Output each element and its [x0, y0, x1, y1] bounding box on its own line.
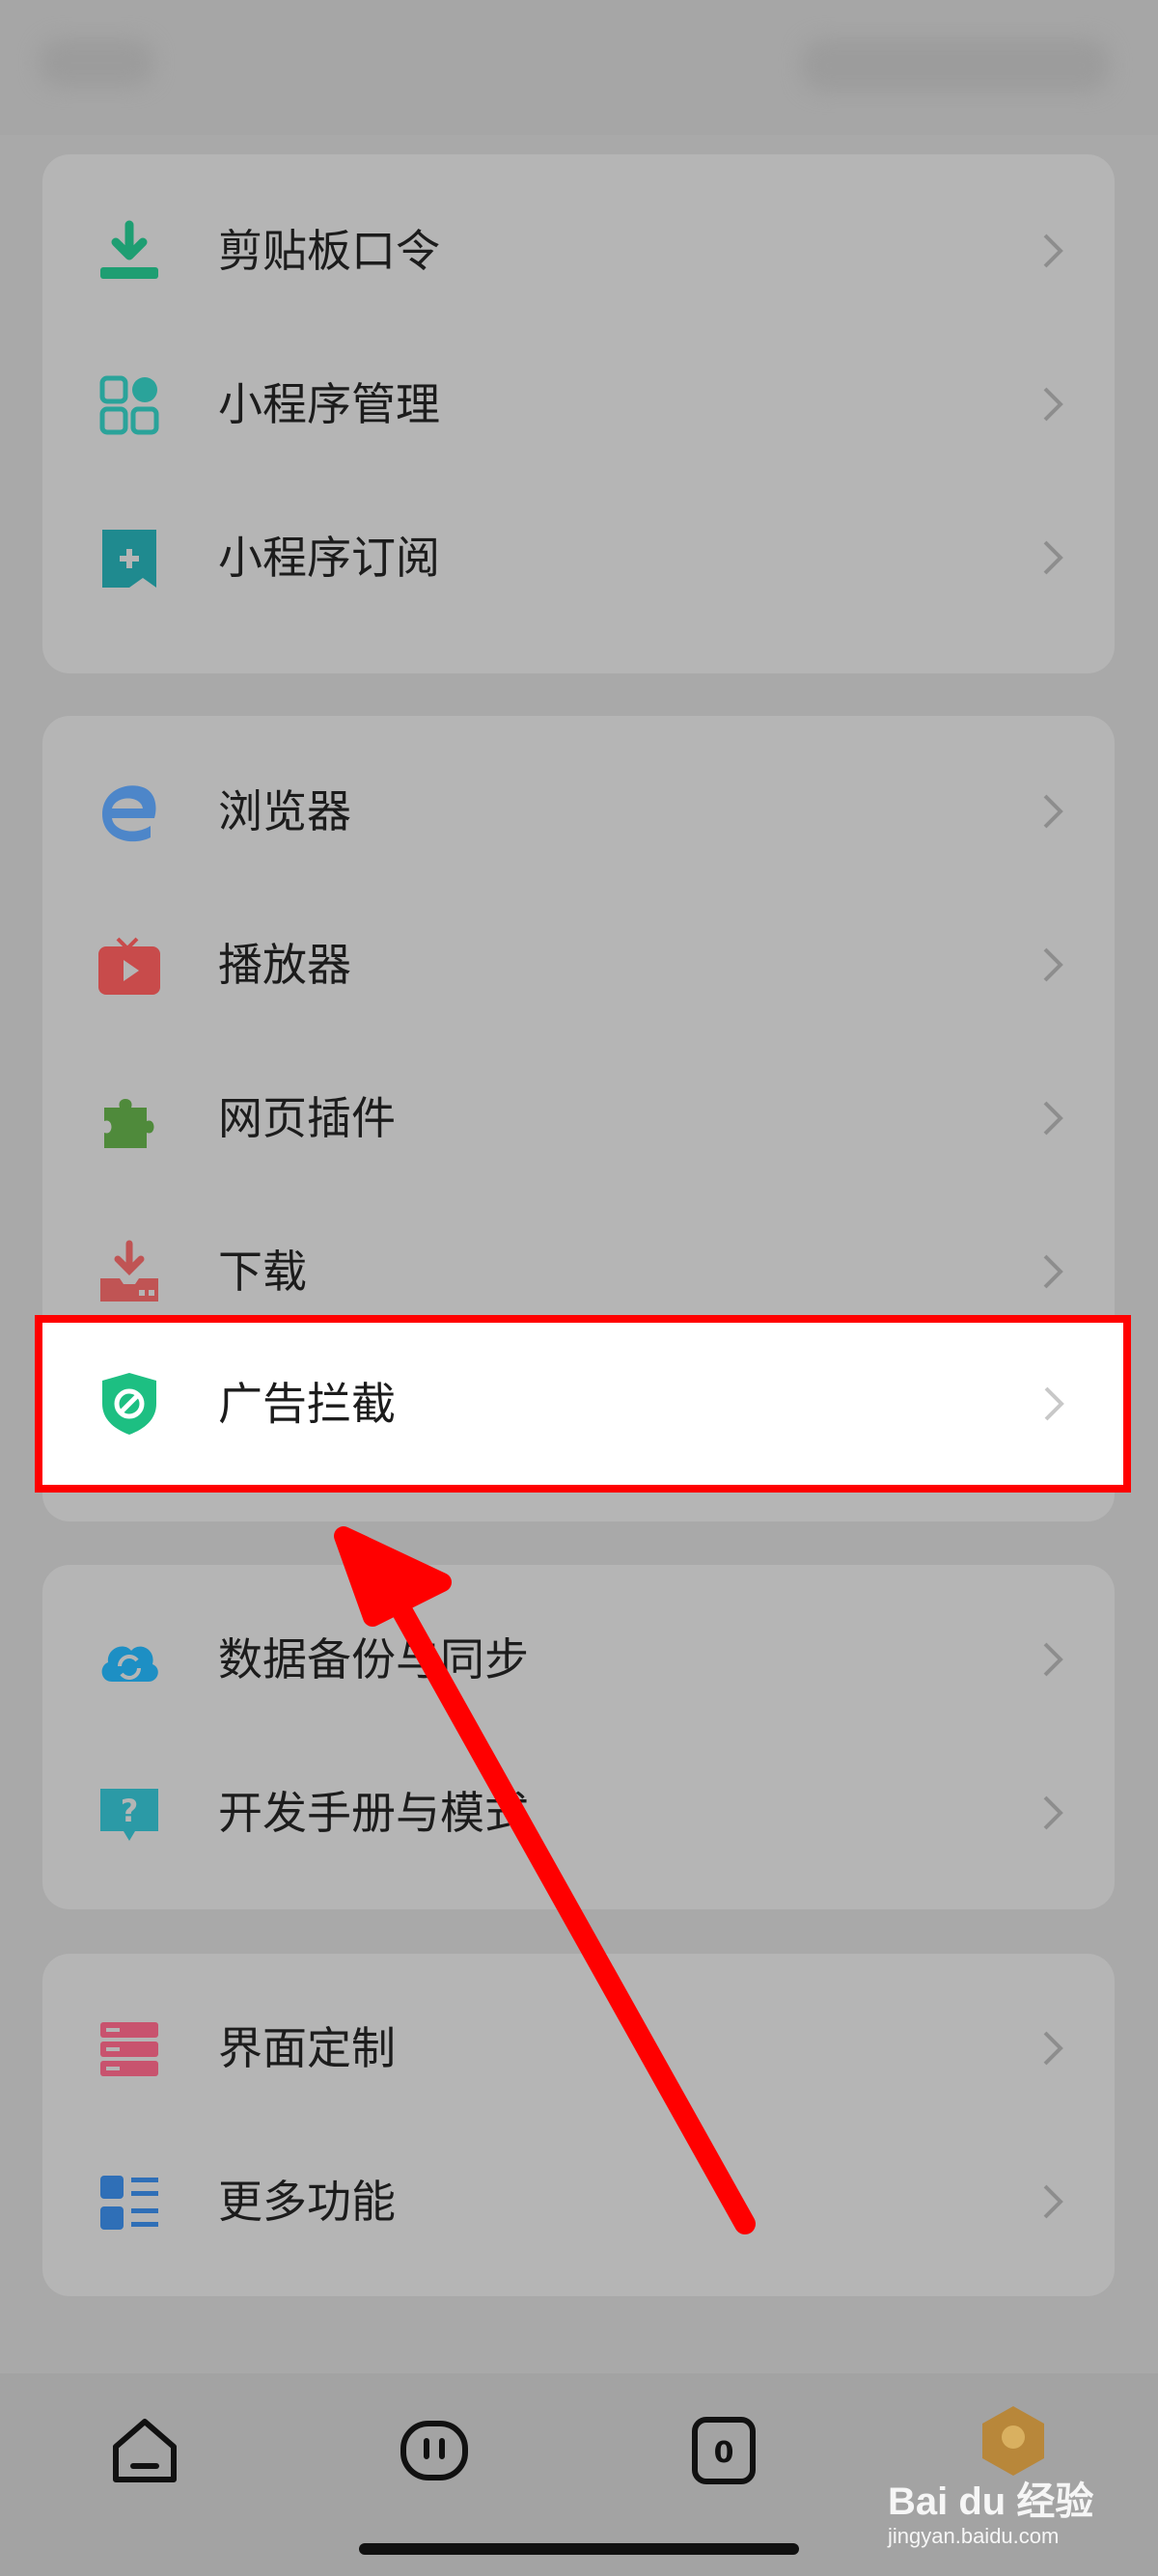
menu-item-label: 更多功能 [218, 2176, 396, 2228]
chevron-right-icon [1042, 1384, 1065, 1423]
menu-item-ad-block[interactable]: 广告拦截 [35, 1315, 1131, 1493]
menu-item-label: 剪贴板口令 [218, 225, 440, 277]
chevron-right-icon [1041, 1640, 1064, 1679]
watermark: Bai du 经验 jingyan.baidu.com [888, 2470, 1148, 2566]
list-more-icon [96, 2170, 162, 2235]
menu-item-label: 数据备份与同步 [218, 1633, 529, 1685]
chevron-right-icon [1041, 945, 1064, 984]
shield-block-icon [96, 1371, 162, 1437]
menu-item-label: 广告拦截 [218, 1378, 396, 1430]
menu-group-3: 数据备份与同步 ? 开发手册与模式 [42, 1565, 1115, 1909]
menu-item-browser[interactable]: 浏览器 [42, 734, 1115, 879]
menu-item-backup-sync[interactable]: 数据备份与同步 [42, 1582, 1115, 1727]
menu-item-dev-manual[interactable]: ? 开发手册与模式 [42, 1736, 1115, 1880]
profile-badge-icon[interactable] [975, 2402, 1052, 2480]
clipboard-download-icon [96, 219, 162, 285]
chevron-right-icon [1041, 2182, 1064, 2221]
menu-item-label: 网页插件 [218, 1092, 396, 1144]
menu-item-label: 开发手册与模式 [218, 1787, 529, 1839]
svg-text:?: ? [121, 1793, 139, 1829]
menu-group-1: 剪贴板口令 小程序管理 小程序订阅 [42, 154, 1115, 673]
chevron-right-icon [1041, 385, 1064, 424]
browser-e-icon [96, 780, 162, 845]
menu-item-ui-customize[interactable]: 界面定制 [42, 1971, 1115, 2116]
menu-item-label: 播放器 [218, 939, 351, 991]
face-icon[interactable] [396, 2412, 473, 2489]
menu-item-download[interactable]: 下载 [42, 1194, 1115, 1339]
menu-item-miniprogram-subscribe[interactable]: 小程序订阅 [42, 480, 1115, 625]
top-bar [0, 0, 1158, 135]
miniprogram-grid-icon [96, 372, 162, 438]
blurred-action [801, 39, 1110, 92]
chevron-right-icon [1041, 232, 1064, 270]
chevron-right-icon [1041, 1794, 1064, 1832]
layout-stack-icon [96, 2016, 162, 2082]
menu-item-player[interactable]: 播放器 [42, 888, 1115, 1032]
menu-item-label: 小程序订阅 [218, 532, 440, 584]
menu-item-label: 界面定制 [218, 2022, 396, 2074]
home-icon[interactable] [106, 2412, 183, 2489]
menu-item-clipboard[interactable]: 剪贴板口令 [42, 174, 1115, 318]
bookmark-plus-icon [96, 526, 162, 591]
puzzle-icon [96, 1086, 162, 1152]
menu-item-more-features[interactable]: 更多功能 [42, 2124, 1115, 2269]
home-indicator [359, 2543, 799, 2555]
chevron-right-icon [1041, 792, 1064, 831]
download-tray-icon [96, 1240, 162, 1305]
menu-item-label: 小程序管理 [218, 378, 440, 430]
tabs-count-text: 0 [714, 2436, 734, 2470]
menu-group-4: 界面定制 更多功能 [42, 1954, 1115, 2296]
watermark-url: jingyan.baidu.com [888, 2524, 1060, 2548]
chevron-right-icon [1041, 1252, 1064, 1291]
chevron-right-icon [1041, 1099, 1064, 1137]
watermark-main: Bai du 经验 [888, 2480, 1094, 2523]
tabs-count-icon[interactable]: 0 [685, 2412, 762, 2489]
blurred-title [39, 39, 154, 87]
help-bubble-icon: ? [96, 1781, 162, 1847]
cloud-sync-icon [96, 1628, 162, 1693]
menu-item-web-plugin[interactable]: 网页插件 [42, 1041, 1115, 1186]
menu-item-label: 浏览器 [218, 785, 351, 837]
chevron-right-icon [1041, 538, 1064, 577]
menu-item-miniprogram-manage[interactable]: 小程序管理 [42, 327, 1115, 472]
chevron-right-icon [1041, 2029, 1064, 2068]
tv-play-icon [96, 933, 162, 999]
